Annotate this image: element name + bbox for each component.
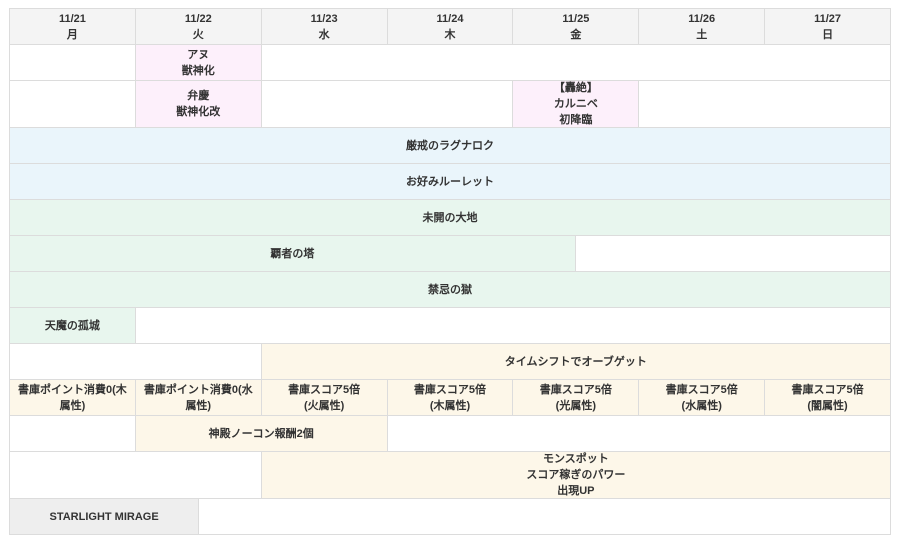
event-karunibe[interactable]: 【轟絶】 カルニベ 初降臨 [513,81,640,128]
date: 11/21 [58,12,86,25]
date: 11/24 [436,12,464,25]
date: 11/25 [562,12,590,25]
weekday: 水 [318,28,330,41]
date: 11/27 [814,12,842,25]
event-roulette[interactable]: お好みルーレット [10,164,891,200]
event-score-light[interactable]: 書庫スコア5倍 (光属性) [513,380,640,416]
empty-cell [575,236,890,271]
empty-cell [261,81,514,128]
event-calendar: 11/21 月 11/22 火 11/23 水 11/24 木 11/25 金 11/26… [9,8,891,535]
date: 11/22 [184,12,212,25]
event-timeshift[interactable]: タイムシフトでオーブゲット [261,344,891,380]
event-monspot[interactable]: モンスポット スコア稼ぎのパワー 出現UP [261,452,891,499]
event-score-water[interactable]: 書庫スコア5倍 (水属性) [639,380,766,416]
row-hasha: 覇者の塔 [10,236,891,272]
event-anu[interactable]: アヌ 獣神化 [135,45,262,81]
event-shoko-water[interactable]: 書庫ポイント消費0(水属性) [135,380,262,416]
empty-cell [10,416,136,452]
day-header-1123: 11/23 水 [261,9,388,45]
weekday: 火 [192,28,204,41]
event-starlight[interactable]: STARLIGHT MIRAGE [10,499,200,534]
event-ragnarok[interactable]: 厳戒のラグナロク [10,128,891,164]
day-header-1126: 11/26 土 [639,9,766,45]
event-benkei[interactable]: 弁慶 獣神化改 [135,81,262,128]
event-tenma[interactable]: 天魔の孤城 [10,308,136,344]
empty-cell [10,344,262,380]
date: 11/23 [310,12,338,25]
weekday: 金 [570,28,582,41]
empty-cell [10,452,262,499]
empty-cell [199,499,890,534]
weekday: 木 [444,28,456,41]
event-score-fire[interactable]: 書庫スコア5倍 (火属性) [261,380,388,416]
row-starlight: STARLIGHT MIRAGE [10,499,891,535]
empty-cell [135,308,891,344]
empty-cell [261,45,891,81]
event-shinden[interactable]: 神殿ノーコン報酬2個 [135,416,388,452]
weekday: 土 [696,28,708,41]
event-score-wood[interactable]: 書庫スコア5倍 (木属性) [387,380,514,416]
event-score-dark[interactable]: 書庫スコア5倍 (闇属性) [765,380,891,416]
day-header-1127: 11/27 日 [765,9,891,45]
empty-cell [10,81,136,128]
date: 11/26 [688,12,716,25]
event-shoko-wood[interactable]: 書庫ポイント消費0(木属性) [10,380,136,416]
event-kinki[interactable]: 禁忌の獄 [10,272,891,308]
empty-cell [387,416,891,452]
event-hasha[interactable]: 覇者の塔 [10,236,576,271]
empty-cell [639,81,891,128]
weekday: 日 [822,28,834,41]
day-header-1125: 11/25 金 [513,9,640,45]
day-header-1124: 11/24 木 [387,9,514,45]
day-header-1121: 11/21 月 [10,9,136,45]
empty-cell [10,45,136,81]
event-mikai[interactable]: 未開の大地 [10,200,891,236]
day-header-1122: 11/22 火 [135,9,262,45]
weekday: 月 [66,28,78,41]
